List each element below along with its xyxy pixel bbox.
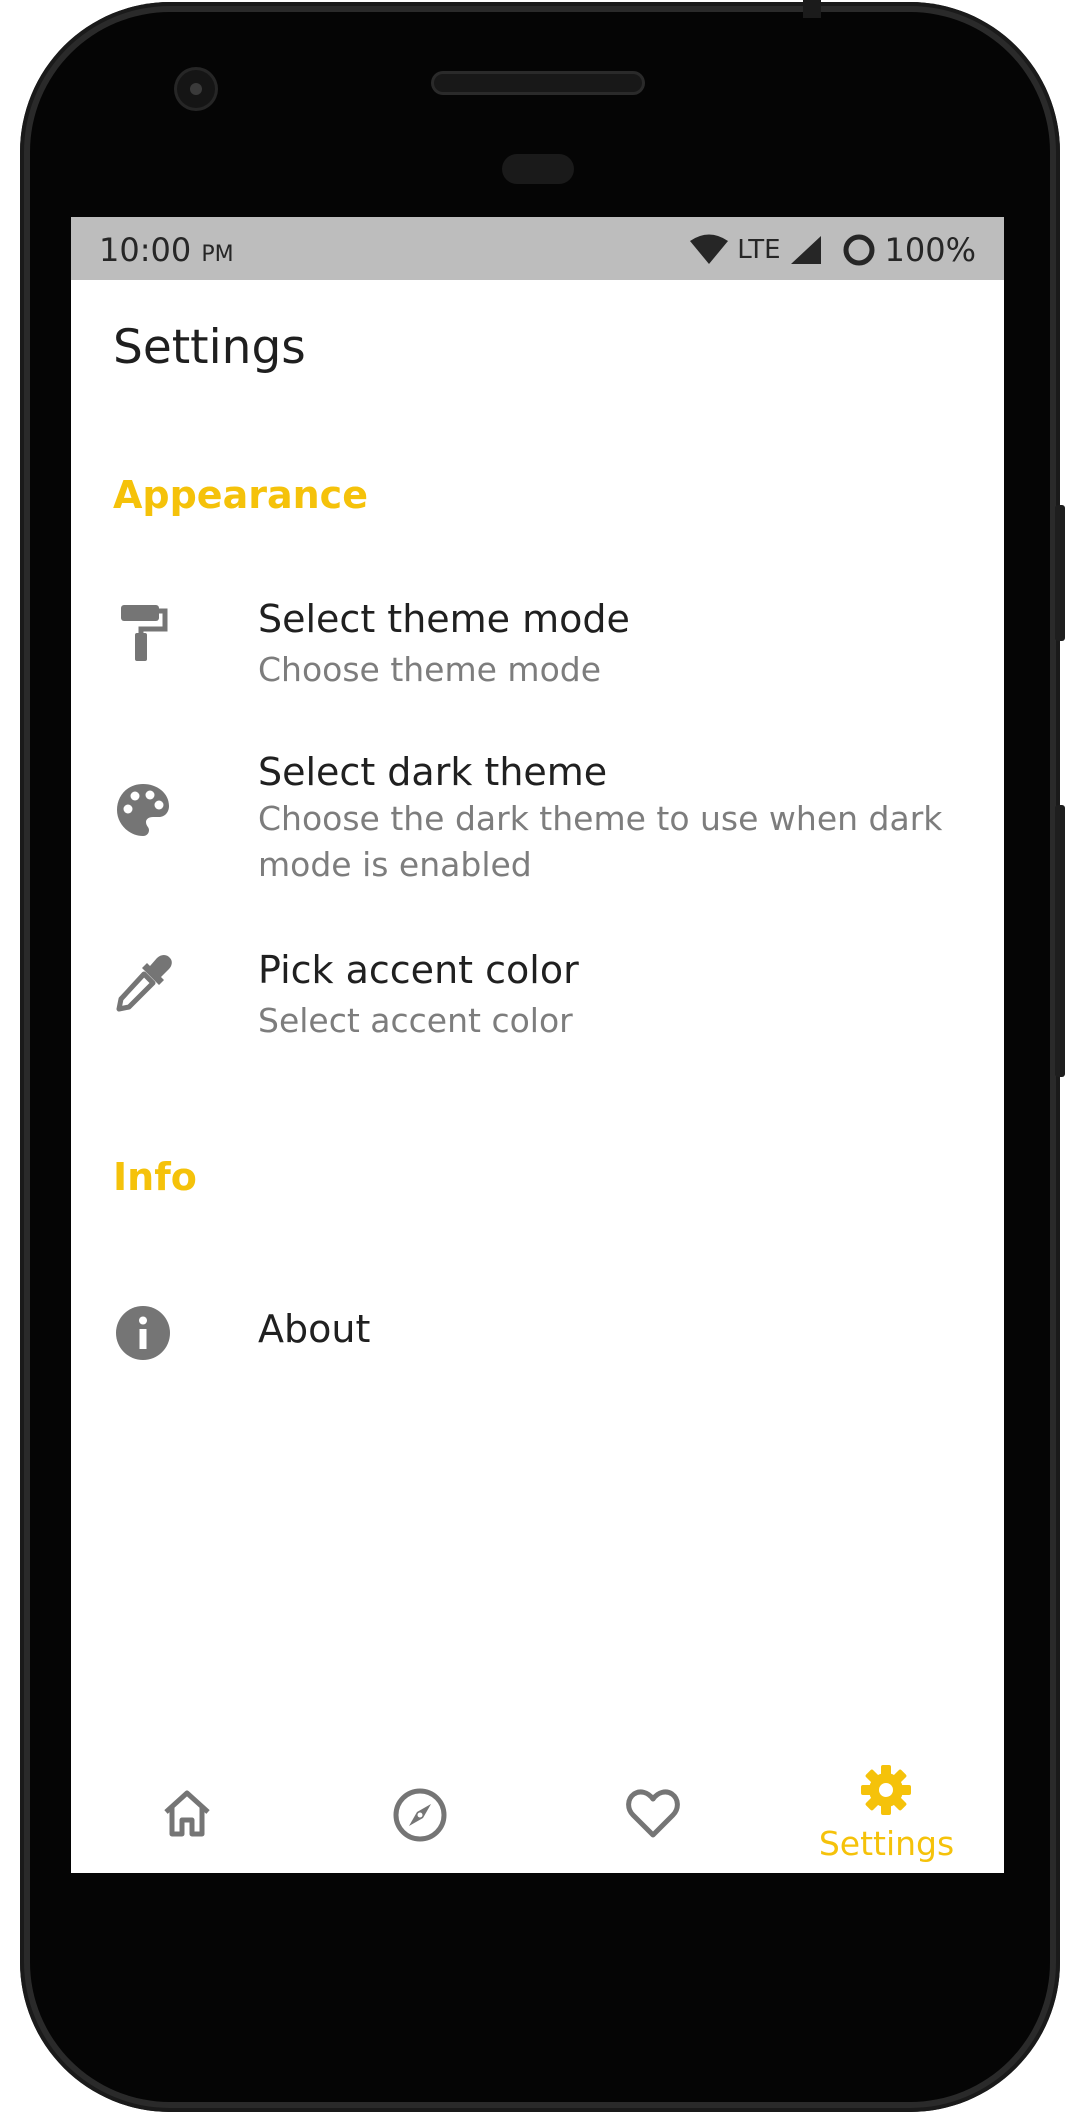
nav-favorites[interactable] — [537, 1752, 770, 1873]
setting-pick-accent-color[interactable]: Pick accent color Select accent color — [71, 948, 1004, 1076]
network-type: LTE — [737, 235, 781, 265]
battery-saver-icon — [843, 234, 875, 266]
info-icon — [116, 1306, 170, 1360]
setting-subtitle: Select accent color — [258, 1001, 573, 1040]
setting-title: Select theme mode — [258, 597, 630, 641]
gear-icon — [861, 1765, 911, 1815]
battery-level: 100% — [884, 231, 976, 269]
setting-title: Pick accent color — [258, 948, 579, 992]
status-icons: LTE 100% — [689, 231, 976, 269]
home-icon — [164, 1790, 210, 1837]
screen: 10:00 PM LTE 100% Settings Appearance Se… — [71, 217, 1004, 1873]
status-bar: 10:00 PM LTE 100% — [71, 217, 1004, 280]
setting-select-theme-mode[interactable]: Select theme mode Choose theme mode — [71, 597, 1004, 725]
front-camera — [177, 70, 215, 108]
eyedropper-icon — [116, 955, 172, 1012]
earpiece-speaker — [434, 74, 642, 92]
section-header-appearance: Appearance — [113, 473, 368, 517]
status-time: 10:00 PM — [99, 231, 234, 269]
page-title: Settings — [113, 320, 306, 375]
palette-icon — [117, 784, 169, 836]
nav-settings[interactable]: Settings — [770, 1752, 1003, 1873]
setting-select-dark-theme[interactable]: Select dark theme Choose the dark theme … — [71, 750, 1004, 910]
setting-title: About — [258, 1307, 371, 1351]
status-time-ampm: PM — [201, 242, 234, 267]
section-header-info: Info — [113, 1155, 197, 1199]
phone-top-button — [803, 0, 821, 18]
compass-icon — [393, 1788, 447, 1842]
volume-button — [1055, 805, 1065, 1077]
setting-title: Select dark theme — [258, 750, 608, 794]
heart-icon — [626, 1789, 680, 1838]
setting-subtitle: Choose theme mode — [258, 650, 602, 689]
power-button — [1055, 505, 1065, 641]
setting-subtitle: Choose the dark theme to use when dark m… — [258, 799, 943, 884]
bottom-navigation: Settings — [71, 1752, 1004, 1873]
proximity-sensor — [502, 154, 574, 184]
setting-about[interactable]: About — [71, 1293, 1004, 1373]
cell-signal-icon — [790, 236, 821, 264]
wifi-icon — [690, 234, 729, 264]
nav-settings-label: Settings — [818, 1824, 955, 1863]
nav-home[interactable] — [71, 1752, 304, 1873]
nav-explore[interactable] — [304, 1752, 537, 1873]
paint-roller-icon — [121, 605, 168, 661]
status-time-value: 10:00 — [99, 231, 192, 269]
